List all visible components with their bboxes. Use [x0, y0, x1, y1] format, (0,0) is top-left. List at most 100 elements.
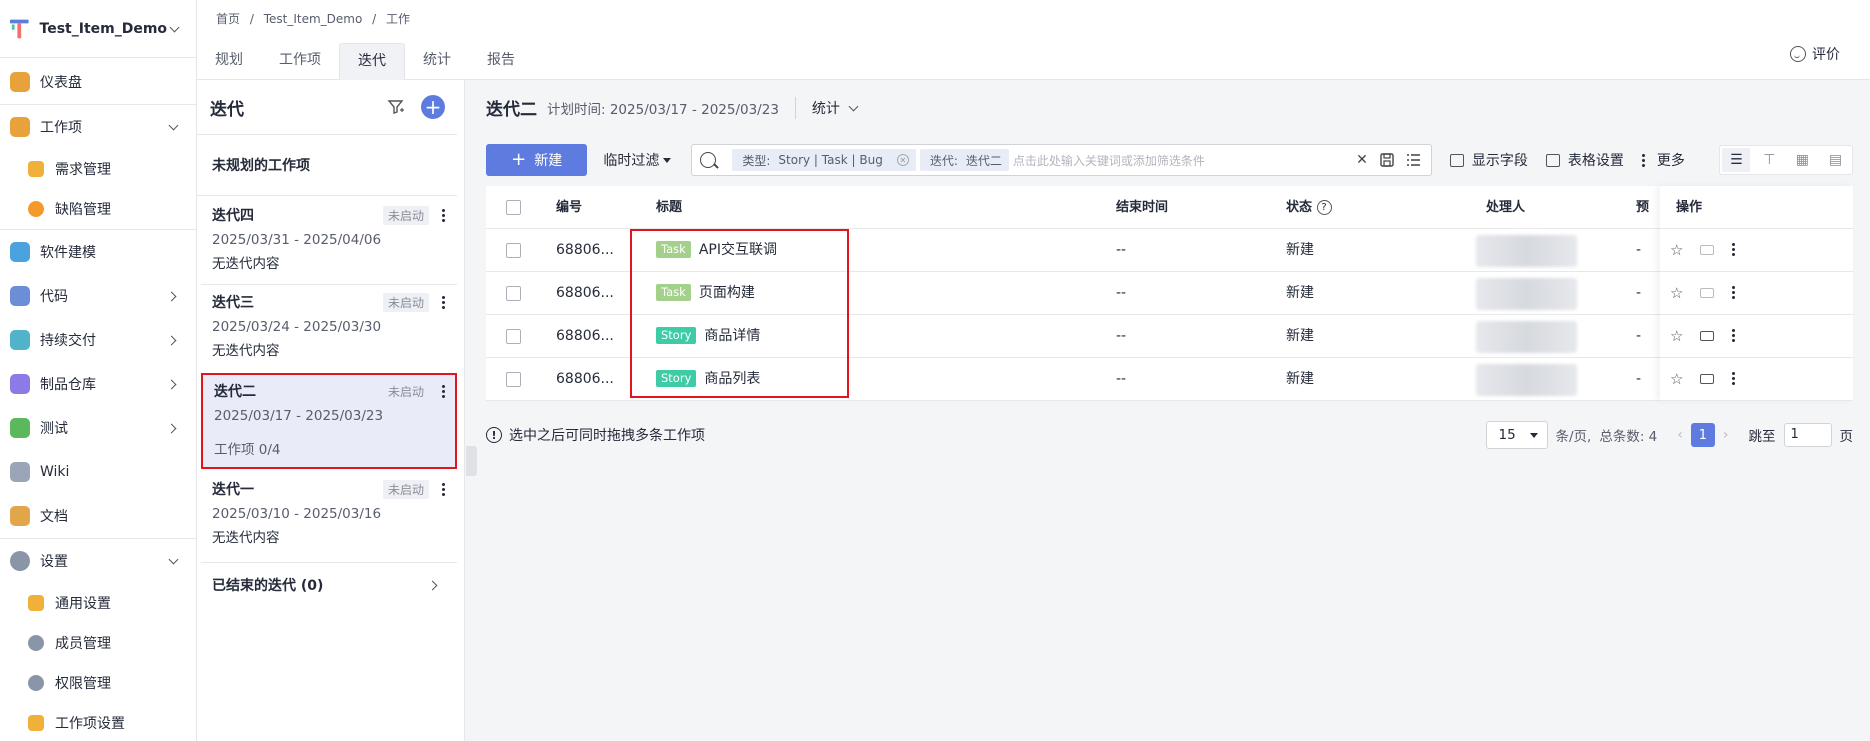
tab-workitems[interactable]: 工作项	[261, 43, 339, 80]
row-status[interactable]: 新建	[1286, 272, 1314, 315]
sidebar-item-wiki[interactable]: Wiki	[0, 450, 196, 494]
sidebar-item-dashboard[interactable]: 仪表盘	[0, 60, 196, 104]
row-checkbox[interactable]	[506, 372, 521, 387]
filter-icon[interactable]	[387, 98, 405, 116]
tab-iterations[interactable]: 迭代	[339, 43, 405, 80]
sidebar-item-delivery[interactable]: 持续交付	[0, 318, 196, 362]
goto-page-input[interactable]: 1	[1783, 423, 1832, 447]
more-icon[interactable]	[437, 381, 449, 401]
sidebar-item-code[interactable]: 代码	[0, 274, 196, 318]
unplanned-workitems[interactable]: 未规划的工作项	[197, 135, 457, 196]
filter-search-box[interactable]: 类型: Story | Task | Bug ✕ 迭代: 迭代二 点击此处输入关…	[691, 144, 1432, 176]
sidebar-item-workitem[interactable]: 工作项	[0, 105, 196, 149]
more-vertical-icon[interactable]	[1732, 372, 1746, 386]
save-icon[interactable]	[1380, 153, 1394, 167]
ended-iterations[interactable]: 已结束的迭代 (0)	[201, 562, 457, 606]
link-icon[interactable]	[1700, 331, 1714, 341]
assignee-blurred[interactable]	[1476, 364, 1577, 396]
chevron-down-icon[interactable]	[167, 21, 182, 37]
sidebar-item-members[interactable]: 成员管理	[0, 623, 196, 663]
list-view-icon[interactable]: ☰	[1722, 148, 1751, 172]
next-page-icon[interactable]: ›	[1723, 427, 1729, 443]
row-checkbox[interactable]	[506, 243, 521, 258]
tab-reports[interactable]: 报告	[469, 43, 533, 80]
iteration-card-selected[interactable]: 迭代二 未启动 2025/03/17 - 2025/03/23 工作项 0/4	[201, 373, 457, 469]
table-settings-button[interactable]: 表格设置	[1545, 150, 1624, 170]
new-workitem-button[interactable]: + 新建	[486, 144, 588, 176]
list-icon[interactable]	[1406, 153, 1421, 167]
project-switcher[interactable]: Test_Item_Demo	[0, 0, 196, 58]
page-size-select[interactable]: 15	[1485, 421, 1548, 449]
sidebar-item-artifact[interactable]: 制品仓库	[0, 362, 196, 406]
tab-statistics[interactable]: 统计	[405, 43, 469, 80]
add-iteration-button[interactable]: +	[421, 95, 445, 119]
assignee-blurred[interactable]	[1476, 278, 1577, 310]
sidebar-item-modeling[interactable]: 软件建模	[0, 230, 196, 274]
sidebar-item-test[interactable]: 测试	[0, 406, 196, 450]
assignee-blurred[interactable]	[1476, 321, 1577, 353]
row-status[interactable]: 新建	[1286, 229, 1314, 272]
tab-planning[interactable]: 规划	[197, 43, 261, 80]
sidebar-item-general-settings[interactable]: 通用设置	[0, 583, 196, 623]
sidebar-item-bugs[interactable]: 缺陷管理	[0, 189, 196, 229]
select-all-checkbox[interactable]	[506, 200, 521, 215]
rate-button[interactable]: 评价	[1790, 44, 1840, 64]
more-vertical-icon[interactable]	[1732, 329, 1746, 343]
header-truncated[interactable]: 预	[1636, 186, 1649, 229]
iteration-card[interactable]: 迭代三 未启动 2025/03/24 - 2025/03/30 无迭代内容	[201, 284, 457, 371]
star-icon[interactable]: ☆	[1670, 329, 1684, 344]
header-assignee[interactable]: 处理人	[1486, 186, 1525, 229]
clear-chip-icon[interactable]: ✕	[896, 154, 909, 166]
header-id[interactable]: 编号	[556, 186, 582, 229]
close-icon[interactable]: ✕	[1356, 152, 1368, 168]
main-header: 迭代二 计划时间: 2025/03/17 - 2025/03/23 统计	[486, 95, 862, 120]
breadcrumb-project[interactable]: Test_Item_Demo	[264, 12, 363, 26]
row-id[interactable]: 68806...	[556, 358, 614, 401]
star-icon[interactable]: ☆	[1670, 286, 1684, 301]
iteration-card[interactable]: 迭代四 未启动 2025/03/31 - 2025/04/06 无迭代内容	[201, 197, 457, 284]
header-end-time[interactable]: 结束时间	[1116, 186, 1168, 229]
row-id[interactable]: 68806...	[556, 229, 614, 272]
row-id[interactable]: 68806...	[556, 315, 614, 358]
board-view-icon[interactable]: ▤	[1821, 148, 1849, 172]
card-view-icon[interactable]: ▦	[1788, 148, 1816, 172]
filter-chip-iteration[interactable]: 迭代: 迭代二	[919, 149, 1009, 171]
more-button[interactable]: 更多	[1641, 150, 1685, 170]
more-vertical-icon[interactable]	[1732, 243, 1746, 257]
tree-view-icon[interactable]: ⊤	[1755, 148, 1783, 172]
show-fields-button[interactable]: 显示字段	[1449, 150, 1528, 170]
row-end-time: --	[1116, 242, 1127, 258]
header-title[interactable]: 标题	[656, 186, 682, 229]
assignee-blurred[interactable]	[1476, 235, 1577, 267]
iteration-card[interactable]: 迭代一 未启动 2025/03/10 - 2025/03/16 无迭代内容	[201, 471, 457, 561]
row-status[interactable]: 新建	[1286, 315, 1314, 358]
link-icon[interactable]	[1700, 245, 1714, 255]
more-icon[interactable]	[437, 479, 449, 499]
row-id[interactable]: 68806...	[556, 272, 614, 315]
sidebar-item-requirements[interactable]: 需求管理	[0, 149, 196, 189]
more-icon[interactable]	[437, 292, 449, 312]
header-status[interactable]: 状态 ?	[1286, 186, 1332, 229]
sidebar-item-settings[interactable]: 设置	[0, 539, 196, 583]
star-icon[interactable]: ☆	[1670, 243, 1684, 258]
sidebar-item-workitem-settings[interactable]: 工作项设置	[0, 703, 196, 741]
search-placeholder[interactable]: 点击此处输入关键词或添加筛选条件	[1013, 152, 1356, 169]
row-checkbox[interactable]	[506, 286, 521, 301]
row-status[interactable]: 新建	[1286, 358, 1314, 401]
stat-dropdown[interactable]: 统计	[812, 98, 862, 118]
row-truncated-value: -	[1636, 328, 1642, 344]
breadcrumb-separator: /	[372, 12, 377, 26]
sidebar-item-permissions[interactable]: 权限管理	[0, 663, 196, 703]
row-checkbox[interactable]	[506, 329, 521, 344]
more-vertical-icon[interactable]	[1732, 286, 1746, 300]
page-number-current[interactable]: 1	[1690, 423, 1715, 447]
breadcrumb-home[interactable]: 首页	[216, 12, 240, 26]
sidebar-item-docs[interactable]: 文档	[0, 494, 196, 538]
star-icon[interactable]: ☆	[1670, 372, 1684, 387]
prev-page-icon[interactable]: ‹	[1677, 427, 1683, 443]
more-icon[interactable]	[437, 205, 449, 225]
temp-filter-dropdown[interactable]: 临时过滤	[603, 150, 672, 170]
link-icon[interactable]	[1700, 374, 1714, 384]
filter-chip-type[interactable]: 类型: Story | Task | Bug ✕	[732, 149, 916, 171]
link-icon[interactable]	[1700, 288, 1714, 298]
